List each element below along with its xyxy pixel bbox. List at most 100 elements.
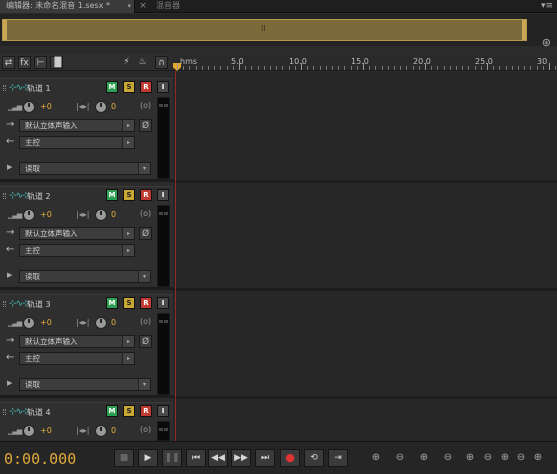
stereo-icon[interactable]: (o) [140,425,151,434]
tab-menu-icon[interactable]: ▾ [127,0,131,12]
loop-button[interactable]: ⟲ [304,449,324,467]
automation-mode-dropdown[interactable]: 读取 ▾ [19,378,151,391]
pan-knob[interactable] [95,317,107,329]
go-to-end-button[interactable]: ⏭ [255,449,275,467]
skip-selection-button[interactable]: ⇥ [328,449,348,467]
volume-value[interactable]: +0 [40,318,52,327]
pan-knob[interactable] [95,209,107,221]
phase-invert-button[interactable]: Ø [139,335,152,348]
drag-handle-icon[interactable] [3,301,6,307]
expand-triangle-icon[interactable]: ▶ [7,379,12,387]
track-1[interactable]: ⊹∿⊹ 轨道 1 M S R I ▁▃▅ +0 |◂▸| 0 (o) → 默认立… [0,78,173,182]
pan-knob[interactable] [95,425,107,437]
zoom-in-end-icon[interactable]: ⊖ [513,450,529,466]
mute-button[interactable]: M [106,405,118,417]
inputs-outputs-toggle[interactable]: ⇄ [2,56,15,69]
zoom-selection-icon[interactable]: ⊕ [530,450,546,466]
overview-left-handle[interactable] [3,20,7,40]
overview-right-handle[interactable] [522,20,526,40]
zoom-out-time-icon[interactable]: ⊖ [440,450,456,466]
record-button[interactable]: ● [280,449,300,467]
time-ruler[interactable]: hms 5.0 10.0 15.0 20.0 25.0 30 [173,54,557,71]
output-dropdown[interactable]: 主控 ▸ [19,352,135,365]
track-lane[interactable] [173,72,557,183]
output-dropdown[interactable]: 主控 ▸ [19,136,135,149]
input-monitor-button[interactable]: I [157,297,169,309]
track-lane[interactable] [173,183,557,291]
record-arm-button[interactable]: R [140,189,152,201]
track-lane[interactable] [173,399,557,441]
track-name[interactable]: 轨道 2 [27,191,51,202]
zoom-out-amplitude-icon[interactable]: ⊖ [392,450,408,466]
expand-triangle-icon[interactable]: ▶ [7,271,12,279]
pause-button[interactable]: ❚❚ [162,449,182,467]
volume-value[interactable]: +0 [40,102,52,111]
input-dropdown[interactable]: 默认立体声输入 ▸ [19,335,135,348]
tab-editor[interactable]: 编辑器: 未命名混音 1.sesx * ▾ [0,0,135,13]
input-monitor-button[interactable]: I [157,81,169,93]
expand-triangle-icon[interactable]: ▶ [7,163,12,171]
input-dropdown[interactable]: 默认立体声输入 ▸ [19,119,135,132]
stereo-icon[interactable]: (o) [140,101,151,110]
track-3[interactable]: ⊹∿⊹ 轨道 3 M S R I ▁▃▅ +0 |◂▸| 0 (o) → 默认立… [0,294,173,398]
tab-mixer[interactable]: 混音器 [150,0,210,13]
solo-button[interactable]: S [123,405,135,417]
pan-value[interactable]: 0 [111,102,116,111]
sends-toggle[interactable]: ⊢ [34,56,47,69]
track-name[interactable]: 轨道 3 [27,299,51,310]
close-icon[interactable]: × [138,0,148,13]
drag-handle-icon[interactable] [3,85,6,91]
zoom-to-selection-icon[interactable]: ⊛ [542,36,551,49]
volume-knob[interactable] [23,317,35,329]
input-monitor-button[interactable]: I [157,189,169,201]
pan-knob[interactable] [95,101,107,113]
volume-knob[interactable] [23,209,35,221]
monitor-icon[interactable]: ♨ [136,56,149,69]
mute-button[interactable]: M [106,189,118,201]
eq-toggle[interactable]: ▐▌ [50,56,65,69]
drag-handle-icon[interactable] [3,409,6,415]
mute-button[interactable]: M [106,297,118,309]
track-2[interactable]: ⊹∿⊹ 轨道 2 M S R I ▁▃▅ +0 |◂▸| 0 (o) → 默认立… [0,186,173,290]
playhead-line[interactable] [175,71,176,441]
input-monitor-button[interactable]: I [157,405,169,417]
solo-button[interactable]: S [123,297,135,309]
zoom-in-start-icon[interactable]: ⊕ [497,450,513,466]
record-arm-button[interactable]: R [140,297,152,309]
phase-invert-button[interactable]: Ø [139,227,152,240]
track-4[interactable]: ⊹∿⊹ 轨道 4 M S R I ▁▃▅ +0 |◂▸| 0 (o) [0,402,173,441]
effects-rack-toggle[interactable]: fx [18,56,31,69]
pan-value[interactable]: 0 [111,318,116,327]
zoom-in-time-icon[interactable]: ⊕ [416,450,432,466]
automation-mode-dropdown[interactable]: 读取 ▾ [19,270,151,283]
record-arm-button[interactable]: R [140,81,152,93]
pan-value[interactable]: 0 [111,426,116,435]
go-to-start-button[interactable]: ⏮ [186,449,206,467]
track-name[interactable]: 轨道 4 [27,407,51,418]
zoom-out-full-icon[interactable]: ⊕ [462,450,478,466]
metronome-icon[interactable]: ⚡ [120,56,133,69]
track-lane[interactable] [173,291,557,399]
time-display[interactable]: 0:00.000 [4,450,76,468]
zoom-in-amplitude-icon[interactable]: ⊕ [368,450,384,466]
input-dropdown[interactable]: 默认立体声输入 ▸ [19,227,135,240]
output-dropdown[interactable]: 主控 ▸ [19,244,135,257]
track-name[interactable]: 轨道 1 [27,83,51,94]
volume-knob[interactable] [23,425,35,437]
headphones-icon[interactable]: ∩ [155,56,168,69]
rewind-button[interactable]: ◀◀ [208,449,228,467]
mute-button[interactable]: M [106,81,118,93]
overview-range[interactable]: II [2,19,527,41]
stereo-icon[interactable]: (o) [140,317,151,326]
zoom-in-point-icon[interactable]: ⊖ [480,450,496,466]
phase-invert-button[interactable]: Ø [139,119,152,132]
play-button[interactable]: ▶ [138,449,158,467]
stereo-icon[interactable]: (o) [140,209,151,218]
pan-value[interactable]: 0 [111,210,116,219]
solo-button[interactable]: S [123,81,135,93]
volume-value[interactable]: +0 [40,426,52,435]
volume-value[interactable]: +0 [40,210,52,219]
volume-knob[interactable] [23,101,35,113]
panel-menu-icon[interactable]: ▾≡ [541,0,553,13]
drag-handle-icon[interactable] [3,193,6,199]
